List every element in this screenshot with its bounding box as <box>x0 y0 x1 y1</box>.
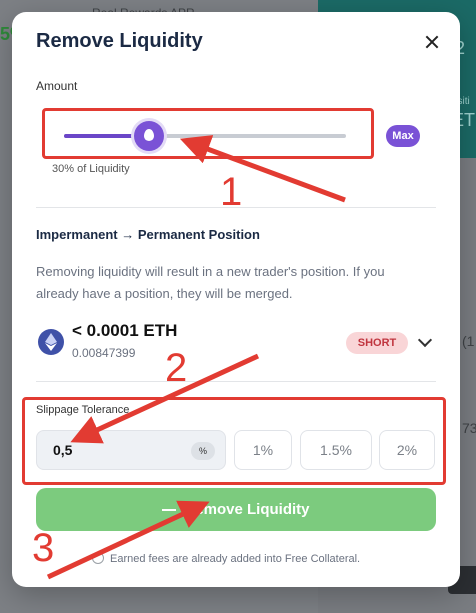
footnote-text: Earned fees are already added into Free … <box>110 553 361 565</box>
annotation-box-2 <box>22 397 446 485</box>
max-button[interactable]: Max <box>386 125 420 147</box>
remove-liquidity-modal: Remove Liquidity Amount Max 30% of Liqui… <box>12 12 460 587</box>
footnote: Earned fees are already added into Free … <box>92 552 360 565</box>
background-value-2: 73 <box>462 420 476 436</box>
position-sub-amount: 0.00847399 <box>72 346 136 360</box>
annotation-box-1 <box>42 108 374 159</box>
info-icon <box>92 552 104 564</box>
minus-icon <box>162 509 177 512</box>
ethereum-icon <box>38 329 64 355</box>
divider <box>36 381 436 382</box>
modal-title: Remove Liquidity <box>36 30 203 52</box>
annotation-number-1: 1 <box>220 170 243 214</box>
annotation-number-2: 2 <box>165 346 188 390</box>
annotation-number-3: 3 <box>32 526 55 570</box>
info-text: Removing liquidity will result in a new … <box>36 264 385 301</box>
remove-liquidity-button[interactable]: Remove Liquidity <box>36 488 436 531</box>
short-badge: SHORT <box>346 332 408 354</box>
amount-label: Amount <box>36 79 78 93</box>
background-value-1: (1 <box>462 333 475 349</box>
chevron-down-icon[interactable] <box>417 332 433 348</box>
position-amount: < 0.0001 ETH <box>72 321 178 340</box>
remove-liquidity-label: Remove Liquidity <box>184 501 310 518</box>
liquidity-percent-text: 30% of Liquidity <box>52 163 130 175</box>
section-title: Impermanent → Permanent Position <box>36 227 260 242</box>
close-icon[interactable] <box>420 30 444 54</box>
position-row: < 0.0001 ETH 0.00847399 SHORT <box>36 321 436 363</box>
